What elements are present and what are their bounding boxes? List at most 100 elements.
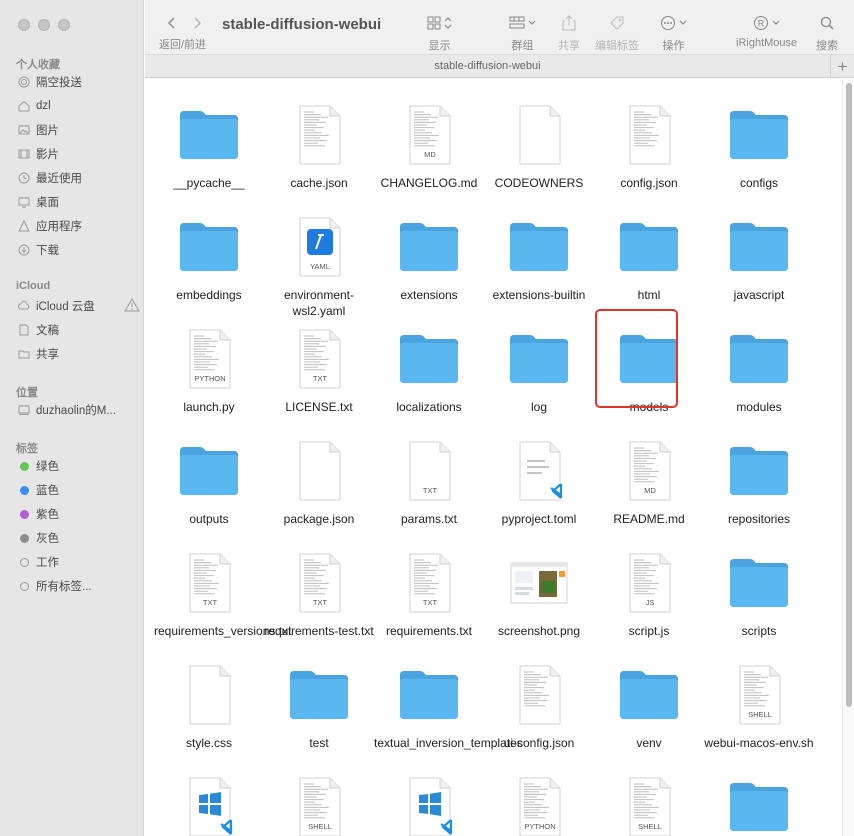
sidebar-section-favorites: 个人收藏 (16, 59, 60, 71)
back-forward-buttons[interactable] (165, 12, 204, 34)
sidebar-item-favorites-1[interactable]: dzl (18, 97, 138, 115)
vertical-scrollbar[interactable] (842, 79, 854, 836)
folder-item[interactable]: extensions-builtin (484, 201, 594, 313)
folder-item[interactable]: venv (594, 649, 704, 761)
file-item[interactable]: screenshot.png (484, 537, 594, 649)
folder-item[interactable] (704, 761, 814, 836)
folder-item[interactable]: __pycache__ (154, 89, 264, 201)
zoom-window-button[interactable] (58, 19, 70, 31)
file-item[interactable]: SHELL (594, 761, 704, 836)
file-name: package.json (283, 512, 355, 526)
back-icon[interactable] (165, 16, 179, 30)
folder-item[interactable]: javascript (704, 201, 814, 313)
folder-icon (290, 671, 348, 719)
file-item[interactable]: JS script.js (594, 537, 704, 649)
document-icon (299, 441, 341, 501)
document-icon: TXT (299, 553, 341, 613)
sidebar-item-tags-0[interactable]: 绿色 (18, 457, 138, 475)
sidebar-item-tags-1[interactable]: 蓝色 (18, 481, 138, 499)
sidebar-item-favorites-7[interactable]: 下载 (18, 241, 138, 259)
file-item[interactable]: PYTHON launch.py (154, 313, 264, 425)
folder-item[interactable]: test (264, 649, 374, 761)
file-item[interactable]: style.css (154, 649, 264, 761)
folder-icon (620, 671, 678, 719)
file-grid: __pycache__ cache.json MD CHANGELOG.md CODEO… (145, 79, 842, 836)
share-button[interactable]: 共享 (558, 12, 580, 53)
folder-item[interactable]: embeddings (154, 201, 264, 313)
file-name: extensions-builtin (492, 288, 586, 302)
forward-icon[interactable] (190, 16, 204, 30)
sidebar-item-icloud-2[interactable]: 共享 (18, 345, 138, 363)
file-item[interactable]: ui-config.json (484, 649, 594, 761)
sidebar-item-favorites-5[interactable]: 桌面 (18, 193, 138, 211)
file-name: ui-config.json (503, 736, 575, 750)
file-item[interactable] (154, 761, 264, 836)
folder-icon (400, 223, 458, 271)
folder-item[interactable]: extensions (374, 201, 484, 313)
icon-view-icon (427, 16, 441, 30)
window-controls (18, 19, 70, 31)
file-item[interactable] (374, 761, 484, 836)
file-item[interactable]: TXT requirements.txt (374, 537, 484, 649)
file-item[interactable]: TXT params.txt (374, 425, 484, 537)
file-item[interactable]: SHELL (264, 761, 374, 836)
path-title: stable-diffusion-webui (434, 60, 541, 72)
scrollbar-thumb[interactable] (846, 83, 852, 707)
file-item[interactable]: TXT requirements_versions.txt (154, 537, 292, 649)
folder-item[interactable]: models (594, 309, 704, 425)
folder-item[interactable]: configs (704, 89, 814, 201)
folder-item[interactable]: log (484, 313, 594, 425)
file-item[interactable]: config.json (594, 89, 704, 201)
sidebar-item-icloud-1[interactable]: 文稿 (18, 321, 138, 339)
file-item[interactable]: TXT requirements-test.txt (264, 537, 374, 649)
document-icon: TXT (189, 553, 231, 613)
group-button[interactable]: 群组 (509, 12, 536, 53)
file-name: requirements_versions.txt (154, 624, 292, 638)
view-mode-button[interactable]: 显示 (427, 12, 452, 53)
file-item[interactable]: MD README.md (594, 425, 704, 537)
folder-item[interactable]: scripts (704, 537, 814, 649)
file-item[interactable]: cache.json (264, 89, 374, 201)
chevron-down-icon (679, 20, 687, 25)
file-name: requirements-test.txt (264, 624, 374, 638)
sidebar-item-favorites-6[interactable]: 应用程序 (18, 217, 138, 235)
file-name: README.md (613, 512, 685, 526)
folder-item[interactable]: modules (704, 313, 814, 425)
irightmouse-button[interactable]: R iRightMouse (736, 12, 797, 49)
action-button[interactable]: 操作 (660, 12, 687, 53)
file-item[interactable]: package.json (264, 425, 374, 537)
document-icon: SHELL (739, 665, 781, 725)
sidebar-item-tags-4[interactable]: 工作 (18, 553, 138, 571)
minimize-window-button[interactable] (38, 19, 50, 31)
search-button[interactable]: 搜索 (816, 12, 838, 53)
file-item[interactable]: TXT LICENSE.txt (264, 313, 374, 425)
sidebar-item-favorites-4[interactable]: 最近使用 (18, 169, 138, 187)
close-window-button[interactable] (18, 19, 30, 31)
sidebar-item-favorites-0[interactable]: 隔空投送 (18, 73, 138, 91)
warning-icon[interactable] (124, 298, 140, 315)
file-item[interactable]: MD CHANGELOG.md (374, 89, 484, 201)
sidebar-item-tags-3[interactable]: 灰色 (18, 529, 138, 547)
file-item[interactable]: pyproject.toml (484, 425, 594, 537)
file-item[interactable]: PYTHON (484, 761, 594, 836)
desktop-icon (18, 196, 30, 208)
file-name: __pycache__ (173, 176, 245, 190)
sidebar-item-favorites-3[interactable]: 影片 (18, 145, 138, 163)
sidebar-item-tags-5[interactable]: 所有标签... (18, 577, 138, 595)
folder-item[interactable]: localizations (374, 313, 484, 425)
sidebar-item-tags-2[interactable]: 紫色 (18, 505, 138, 523)
folder-item[interactable]: outputs (154, 425, 264, 537)
folder-item[interactable]: repositories (704, 425, 814, 537)
file-item[interactable]: CODEOWNERS (484, 89, 594, 201)
image-thumbnail-icon (510, 562, 568, 604)
edit-tags-button[interactable]: 编辑标签 (595, 12, 639, 53)
folder-item[interactable]: html (594, 201, 704, 313)
folder-item[interactable]: textual_inversion_templates (374, 649, 523, 761)
new-tab-button[interactable]: + (830, 55, 854, 78)
sidebar-item-favorites-2[interactable]: 图片 (18, 121, 138, 139)
sidebar-item-locations-0[interactable]: duzhaolin的M... (18, 401, 138, 419)
file-item[interactable]: YAML environment-wsl2.yaml (264, 201, 374, 318)
sidebar-item-icloud-0[interactable]: iCloud 云盘 (18, 297, 140, 315)
sidebar-item-label: 紫色 (36, 509, 59, 521)
file-item[interactable]: SHELL webui-macos-env.sh (704, 649, 814, 761)
